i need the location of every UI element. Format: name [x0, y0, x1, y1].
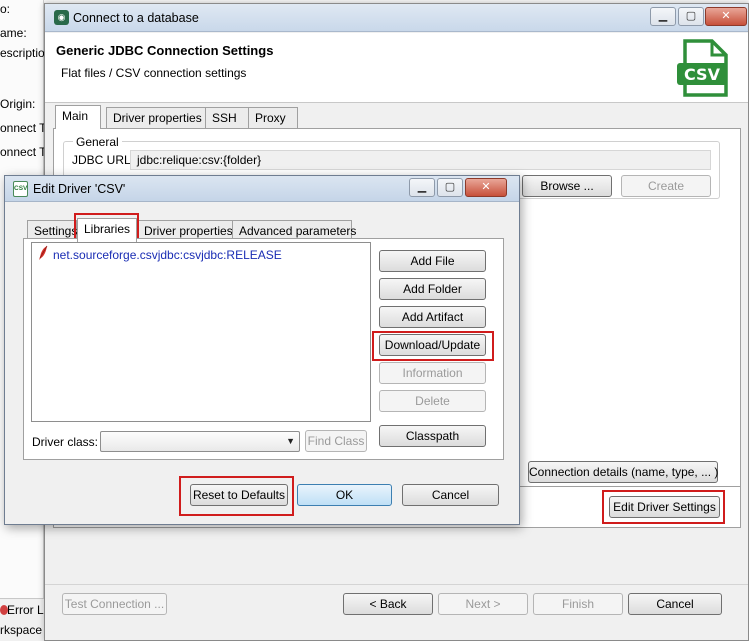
- csv-driver-icon: CSV: [13, 181, 28, 197]
- delete-button[interactable]: Delete: [379, 390, 486, 412]
- bg-label: ame:: [0, 26, 27, 40]
- test-connection-button[interactable]: Test Connection ...: [62, 593, 167, 615]
- tab-proxy[interactable]: Proxy: [248, 107, 298, 129]
- edit-driver-cancel-button[interactable]: Cancel: [402, 484, 499, 506]
- edit-driver-titlebar[interactable]: CSV Edit Driver 'CSV' ▁ ▢ ✕: [5, 176, 519, 202]
- edit-driver-title: Edit Driver 'CSV': [33, 182, 126, 196]
- next-button[interactable]: Next >: [438, 593, 528, 615]
- footer-separator: [45, 584, 748, 585]
- create-button[interactable]: Create: [621, 175, 711, 197]
- ed-maximize-button[interactable]: ▢: [437, 178, 463, 197]
- library-list[interactable]: net.sourceforge.csvjdbc:csvjdbc:RELEASE: [31, 242, 371, 422]
- edit-driver-settings-button[interactable]: Edit Driver Settings: [609, 496, 720, 518]
- maximize-button[interactable]: ▢: [678, 7, 704, 26]
- wizard-header: Generic JDBC Connection Settings Flat fi…: [45, 33, 748, 103]
- add-artifact-button[interactable]: Add Artifact: [379, 306, 486, 328]
- bg-label: onnect T: [0, 145, 47, 159]
- tab-ssh[interactable]: SSH: [205, 107, 249, 129]
- tab-libraries[interactable]: Libraries: [77, 218, 137, 242]
- ok-button[interactable]: OK: [297, 484, 392, 506]
- csv-logo-text: CSV: [684, 65, 721, 84]
- dialog-title: Connect to a database: [73, 11, 199, 25]
- browse-button[interactable]: Browse ...: [522, 175, 612, 197]
- finish-button[interactable]: Finish: [533, 593, 623, 615]
- download-update-button[interactable]: Download/Update: [379, 334, 486, 356]
- csv-file-icon: CSV: [677, 39, 728, 97]
- classpath-button[interactable]: Classpath: [379, 425, 486, 447]
- tab-main[interactable]: Main: [55, 105, 101, 129]
- bg-label: onnect T: [0, 121, 47, 135]
- dialog-titlebar[interactable]: ◉ Connect to a database ▁ ▢ ✕: [45, 4, 748, 32]
- add-folder-button[interactable]: Add Folder: [379, 278, 486, 300]
- back-button[interactable]: < Back: [343, 593, 433, 615]
- library-item[interactable]: net.sourceforge.csvjdbc:csvjdbc:RELEASE: [53, 248, 282, 262]
- reset-to-defaults-button[interactable]: Reset to Defaults: [190, 484, 288, 506]
- cancel-button[interactable]: Cancel: [628, 593, 722, 615]
- driver-class-select[interactable]: ▼: [100, 431, 300, 452]
- driver-class-label: Driver class:: [32, 435, 99, 449]
- close-button[interactable]: ✕: [705, 7, 747, 26]
- edit-driver-dialog: CSV Edit Driver 'CSV' ▁ ▢ ✕ Settings Lib…: [4, 175, 520, 525]
- jdbc-url-field[interactable]: jdbc:relique:csv:{folder}: [130, 150, 711, 170]
- bg-label: o:: [0, 2, 11, 16]
- background-bottom-bar: Error Lo rkspace Log: [0, 598, 65, 641]
- general-group-label: General: [73, 135, 122, 149]
- connection-details-button[interactable]: Connection details (name, type, ... ): [528, 461, 718, 483]
- jdbc-url-label: JDBC URL:: [72, 153, 135, 167]
- tab-driver-properties[interactable]: Driver properties: [106, 107, 206, 129]
- minimize-button[interactable]: ▁: [650, 7, 676, 26]
- chevron-down-icon: ▼: [286, 436, 295, 446]
- add-file-button[interactable]: Add File: [379, 250, 486, 272]
- find-class-button[interactable]: Find Class: [305, 430, 367, 452]
- page-subtitle: Flat files / CSV connection settings: [61, 66, 247, 80]
- ed-close-button[interactable]: ✕: [465, 178, 507, 197]
- ed-minimize-button[interactable]: ▁: [409, 178, 435, 197]
- information-button[interactable]: Information: [379, 362, 486, 384]
- bg-label: Origin:: [0, 97, 36, 111]
- page-title: Generic JDBC Connection Settings: [56, 43, 274, 58]
- maven-feather-icon: [39, 245, 48, 260]
- dbeaver-app-icon: ◉: [54, 10, 69, 25]
